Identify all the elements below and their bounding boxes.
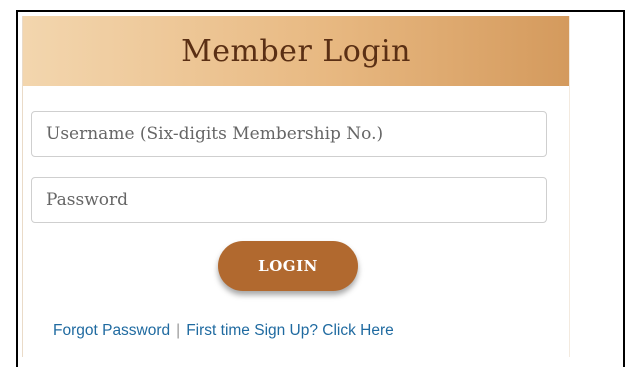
forgot-password-link[interactable]: Forgot Password — [53, 322, 170, 339]
login-title: Member Login — [181, 33, 411, 69]
login-header: Member Login — [23, 16, 569, 86]
username-input[interactable] — [31, 111, 547, 157]
password-input[interactable] — [31, 177, 547, 223]
login-button[interactable]: LOGIN — [218, 241, 358, 291]
login-links: Forgot Password | First time Sign Up? Clic… — [53, 322, 573, 340]
link-separator: | — [176, 322, 181, 339]
member-login-panel: Member Login LOGIN Forgot Password | First… — [22, 16, 570, 357]
signup-link[interactable]: First time Sign Up? Click Here — [186, 322, 394, 339]
